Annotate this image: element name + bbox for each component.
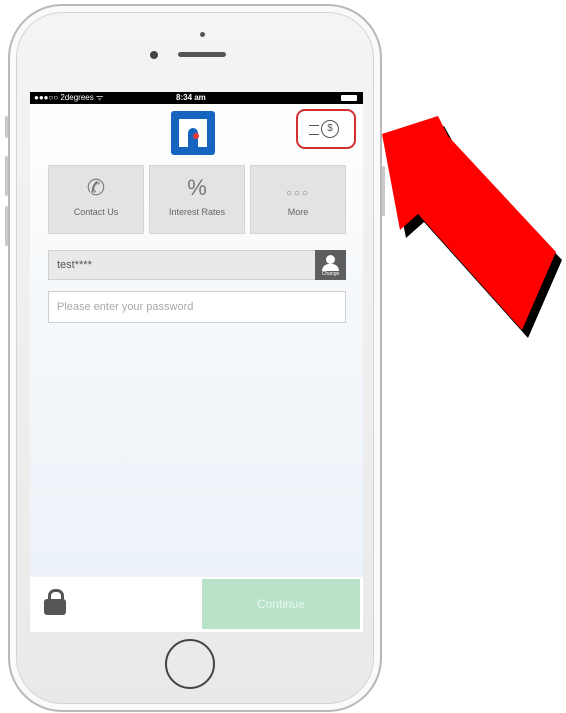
volume-down-button xyxy=(5,206,8,246)
carrier-signal: ●●●○○ 2degrees ᯤ xyxy=(34,93,104,102)
logo-red-dot xyxy=(193,133,199,139)
front-camera xyxy=(150,51,158,59)
user-body-icon xyxy=(322,264,339,271)
tile-interest-rates[interactable]: % Interest Rates xyxy=(149,165,245,234)
dollar-coin-icon: $ xyxy=(321,120,339,138)
tile-label: Interest Rates xyxy=(168,207,226,217)
username-value: test**** xyxy=(57,259,92,271)
home-button[interactable] xyxy=(165,639,215,689)
tile-label: More xyxy=(287,207,309,217)
red-arrow-annotation xyxy=(382,116,562,338)
battery-icon xyxy=(341,95,357,101)
earpiece-speaker xyxy=(178,52,226,57)
tile-label: Contact Us xyxy=(73,207,119,217)
tile-more[interactable]: ○○○ More xyxy=(250,165,346,234)
tile-contact-us[interactable]: ✆ Contact Us xyxy=(48,165,144,234)
app-screen: ●●●○○ 2degrees ᯤ 8:34 am $ ✆ Contact Us … xyxy=(30,92,363,632)
proximity-sensor xyxy=(200,32,205,37)
app-logo xyxy=(171,111,215,155)
status-time: 8:34 am xyxy=(176,93,206,102)
more-dots-icon: ○○○ xyxy=(285,188,311,199)
currency-converter-button[interactable]: $ xyxy=(296,109,356,149)
percent-icon: % xyxy=(187,175,207,200)
password-input[interactable] xyxy=(48,291,346,323)
continue-button[interactable]: Continue xyxy=(202,579,360,629)
quick-actions: ✆ Contact Us % Interest Rates ○○○ More xyxy=(48,165,346,234)
change-label: Change xyxy=(321,271,340,277)
bottom-bar: Continue xyxy=(30,577,363,632)
username-field: test**** Change xyxy=(48,250,346,280)
user-head-icon xyxy=(326,255,335,264)
lock-icon[interactable] xyxy=(44,589,66,615)
change-user-button[interactable]: Change xyxy=(315,250,346,280)
lock-body xyxy=(44,599,66,615)
speed-lines-icon xyxy=(309,125,319,135)
mute-switch xyxy=(5,116,8,138)
volume-up-button xyxy=(5,156,8,196)
phone-icon: ✆ xyxy=(86,175,106,200)
status-bar: ●●●○○ 2degrees ᯤ 8:34 am xyxy=(30,92,363,104)
